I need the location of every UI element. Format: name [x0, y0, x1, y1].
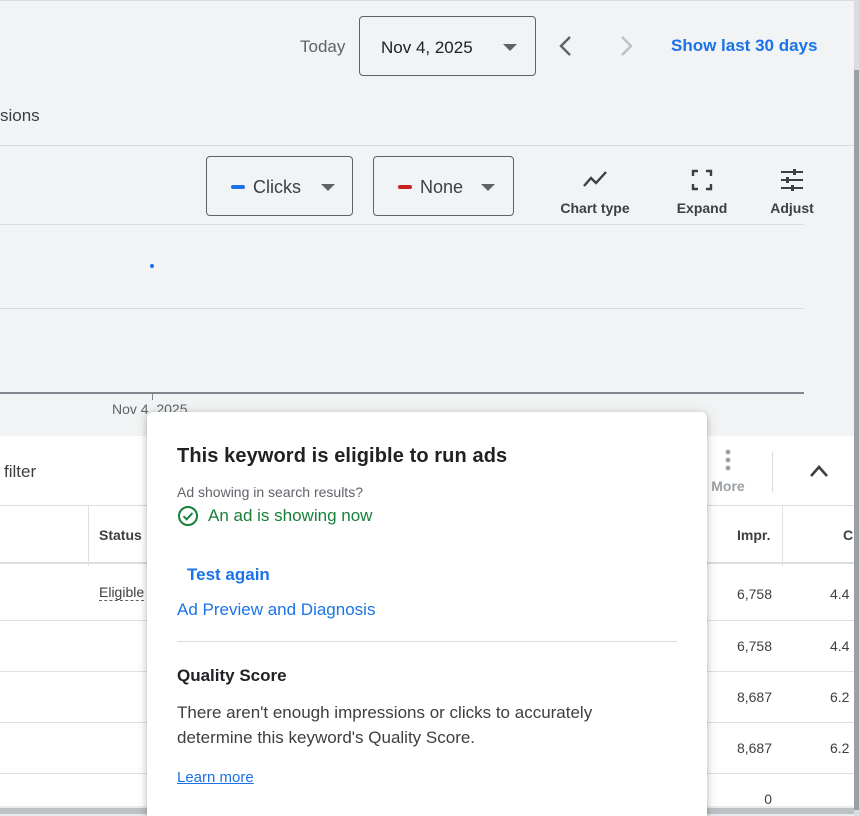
next-period-button[interactable] — [614, 31, 638, 61]
metric-1-label: Clicks — [253, 177, 301, 197]
expand-label: Expand — [676, 200, 728, 216]
chart-type-label: Chart type — [560, 200, 630, 216]
impr-cell: 6,758 — [736, 638, 772, 654]
performance-chart: Clicks None Chart type Expand Adjust Nov… — [0, 146, 854, 436]
chart-x-axis — [0, 392, 804, 394]
metric-2-swatch — [398, 185, 412, 189]
ad-preview-link[interactable]: Ad Preview and Diagnosis — [177, 600, 375, 620]
chart-type-button[interactable]: Chart type — [556, 166, 634, 216]
impr-column-header[interactable]: Impr. — [737, 527, 770, 543]
toolbar-divider — [772, 452, 773, 492]
quality-score-title: Quality Score — [177, 666, 287, 685]
metric-2-label: None — [420, 177, 464, 197]
metric-1-swatch — [231, 185, 245, 189]
impr-cell: 8,687 — [736, 740, 772, 756]
check-circle-icon — [178, 506, 198, 526]
chart-type-icon — [583, 171, 607, 187]
ad-status-text: An ad is showing now — [208, 506, 373, 525]
impr-cell: 6,758 — [736, 586, 772, 602]
status-cell[interactable]: Eligible — [99, 584, 145, 601]
date-value: Nov 4, 2025 — [381, 38, 473, 57]
more-button[interactable]: More — [705, 448, 751, 494]
tab-label[interactable]: sions — [0, 106, 40, 126]
chevron-left-icon — [559, 36, 571, 56]
show-last-30-days-link[interactable]: Show last 30 days — [671, 36, 817, 56]
chart-x-tick — [152, 394, 153, 400]
more-vert-icon — [725, 449, 731, 471]
tab-row: sions — [0, 90, 854, 146]
metric-1-dropdown[interactable]: Clicks — [206, 156, 353, 216]
status-column-header[interactable]: Status — [99, 527, 142, 543]
expand-button[interactable]: Expand — [672, 166, 732, 216]
learn-more-link[interactable]: Learn more — [177, 769, 254, 786]
chevron-down-icon — [321, 184, 335, 191]
keyword-status-popup: This keyword is eligible to run ads Ad s… — [147, 412, 707, 816]
adjust-button[interactable]: Adjust — [763, 166, 821, 216]
today-label: Today — [300, 37, 346, 56]
chevron-down-icon — [503, 44, 517, 51]
metric-2-dropdown[interactable]: None — [373, 156, 514, 216]
date-picker-dropdown[interactable]: Nov 4, 2025 — [359, 16, 536, 76]
ad-showing-question: Ad showing in search results? — [177, 484, 363, 500]
date-toolbar: Today Nov 4, 2025 Show last 30 days — [0, 0, 854, 90]
more-label: More — [711, 478, 745, 494]
next-cell: 6.2 — [830, 689, 850, 705]
quality-score-description: There aren't enough impressions or click… — [177, 703, 593, 747]
chevron-right-icon — [621, 36, 633, 56]
next-cell: 4.4 — [830, 586, 850, 602]
collapse-button[interactable] — [806, 461, 832, 481]
adjust-icon — [781, 169, 803, 191]
test-again-button[interactable]: Test again — [187, 565, 270, 585]
scrollbar-thumb[interactable] — [854, 70, 859, 810]
next-column-header[interactable]: C — [843, 527, 853, 543]
next-cell: 4.4 — [830, 638, 850, 654]
next-cell: 6.2 — [830, 740, 850, 756]
impr-cell: 8,687 — [736, 689, 772, 705]
expand-icon — [691, 169, 713, 191]
chart-gridline — [0, 224, 804, 225]
chart-gridline — [0, 308, 804, 309]
previous-period-button[interactable] — [554, 31, 578, 61]
chart-data-point — [150, 264, 154, 268]
popup-title: This keyword is eligible to run ads — [177, 445, 508, 467]
adjust-label: Adjust — [770, 200, 814, 216]
chevron-down-icon — [481, 184, 495, 191]
popup-divider — [177, 641, 677, 642]
chevron-up-icon — [810, 465, 828, 477]
vertical-scrollbar[interactable] — [854, 0, 859, 816]
add-filter-label[interactable]: filter — [4, 462, 36, 482]
impr-cell: 0 — [764, 791, 772, 807]
